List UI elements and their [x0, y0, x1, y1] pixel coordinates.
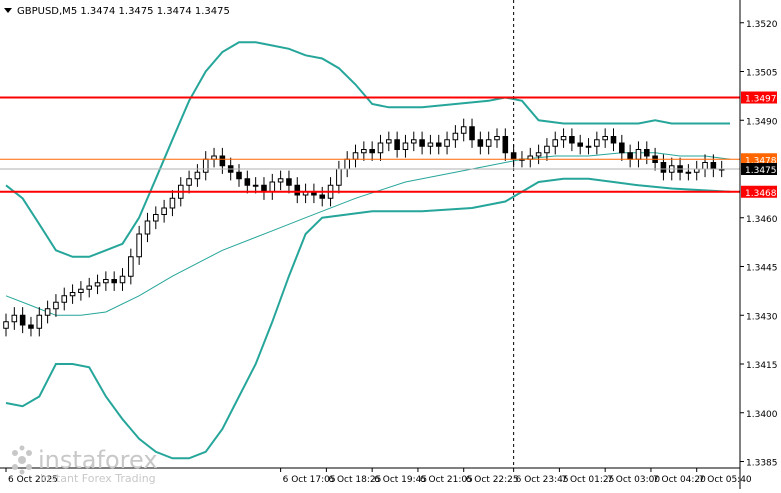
candle-body-up [544, 145, 550, 154]
candle-body-down [394, 139, 400, 150]
y-tick-label: 1.3445 [746, 264, 778, 274]
candle-body-up [594, 139, 600, 147]
candle-body-up [86, 285, 93, 290]
candle-body-down [19, 314, 26, 326]
candle-body-down [643, 149, 650, 157]
y-tick-label: 1.3385 [746, 459, 778, 469]
candle-body-up [186, 178, 192, 186]
watermark-brand: instaforex [38, 446, 158, 474]
candle-body-down [435, 142, 442, 147]
candle-body-down [469, 126, 475, 141]
candle-body-down [286, 178, 292, 186]
candle-body-up [602, 136, 608, 141]
candle-body-up [277, 178, 284, 183]
chart-background [0, 0, 781, 489]
candle-body-up [552, 139, 559, 147]
candle-body-down [419, 139, 425, 147]
candle-body-up [635, 149, 642, 160]
y-tick-label: 1.3520 [746, 20, 778, 30]
candle-body-up [69, 292, 76, 297]
x-tick-label: 7 Oct 05:40 [699, 475, 752, 485]
candle-body-up [169, 197, 176, 209]
candle-body-up [336, 168, 342, 186]
current-price-label: 1.3475 [745, 166, 777, 176]
candle-body-up [153, 214, 159, 222]
candle-body-down [219, 155, 226, 167]
candle-body-down [610, 136, 617, 144]
candle-body-up [427, 142, 434, 147]
chart-canvas[interactable]: 1.34971.34781.34681.34751.35201.35051.34… [0, 0, 781, 489]
candle-body-up [402, 142, 409, 150]
candle-body-up [252, 184, 259, 187]
chart-header: GBPUSD,M5 1.3474 1.3475 1.3474 1.3475 [4, 6, 230, 17]
candlestick-chart[interactable]: 1.3497 1.3478 1.3468 1.3475 1.3520 1.3505 1.34… [0, 0, 781, 489]
candle-body-down [569, 136, 575, 144]
candle-body-down [236, 171, 242, 180]
x-tick-label: 6 Oct 22:25 [466, 475, 519, 485]
candle-body-up [161, 207, 167, 215]
candle-body-up [452, 132, 459, 141]
candle-body-up [386, 139, 392, 144]
candle-body-down [477, 139, 484, 147]
instaforex-logo: instaforex Instant Forex Trading [12, 445, 158, 485]
candle-body-down [577, 142, 583, 147]
candle-body-down [319, 194, 326, 199]
candle-body-up [585, 145, 592, 148]
candle-body-up [444, 139, 450, 147]
candle-body-up [119, 275, 126, 284]
candle-body-up [78, 288, 84, 293]
y-tick-label: 1.3400 [746, 410, 778, 420]
y-tick-label: 1.3430 [746, 312, 778, 322]
candle-body-up [460, 126, 467, 134]
candle-body-up [361, 149, 367, 154]
candle-body-up [352, 152, 359, 160]
candle-body-up [560, 136, 567, 141]
candle-body-down [294, 184, 301, 196]
candle-body-up [494, 136, 500, 141]
candle-body-up [194, 171, 201, 180]
candle-body-up [61, 295, 68, 303]
y-tick-label: 1.3505 [746, 69, 778, 79]
candle-body-up [535, 152, 542, 157]
candle-body-up [144, 220, 151, 235]
level-label-1.3497: 1.3497 [745, 95, 777, 105]
level-label-1.3468: 1.3468 [745, 189, 777, 199]
watermark-tagline: Instant Forex Trading [40, 472, 156, 484]
candle-body-up [11, 314, 18, 323]
symbol-ohlc-label: GBPUSD,M5 1.3474 1.3475 1.3474 1.3475 [17, 6, 230, 17]
candle-body-down [660, 162, 667, 173]
y-tick-label: 1.3490 [746, 117, 778, 127]
candle-body-up [685, 171, 692, 174]
candle-body-down [619, 142, 625, 154]
candle-body-up [344, 158, 350, 170]
candle-body-down [369, 149, 375, 154]
y-tick-label: 1.3415 [746, 361, 778, 371]
candle-body-up [36, 314, 43, 329]
instaforex-watermark: instaforex Instant Forex Trading [8, 444, 183, 485]
candle-body-up [410, 139, 417, 144]
candle-body-up [269, 181, 276, 193]
candle-body-up [377, 142, 384, 154]
candle-body-up [44, 308, 51, 316]
candle-body-down [244, 178, 251, 186]
candle-body-up [103, 279, 109, 284]
candle-body-up [136, 233, 142, 258]
candle-body-up [202, 158, 209, 173]
candle-body-down [111, 279, 117, 284]
y-tick-label: 1.3460 [746, 215, 778, 225]
candle-body-down [502, 136, 509, 154]
candle-body-up [702, 162, 708, 170]
candle-body-down [28, 324, 34, 329]
candle-body-down [710, 162, 717, 170]
candle-body-up [3, 321, 9, 329]
candle-body-up [94, 282, 101, 287]
candle-body-up [485, 139, 492, 147]
candle-body-up [53, 301, 59, 310]
candle-body-up [128, 256, 134, 277]
candle-body-down [627, 152, 633, 160]
